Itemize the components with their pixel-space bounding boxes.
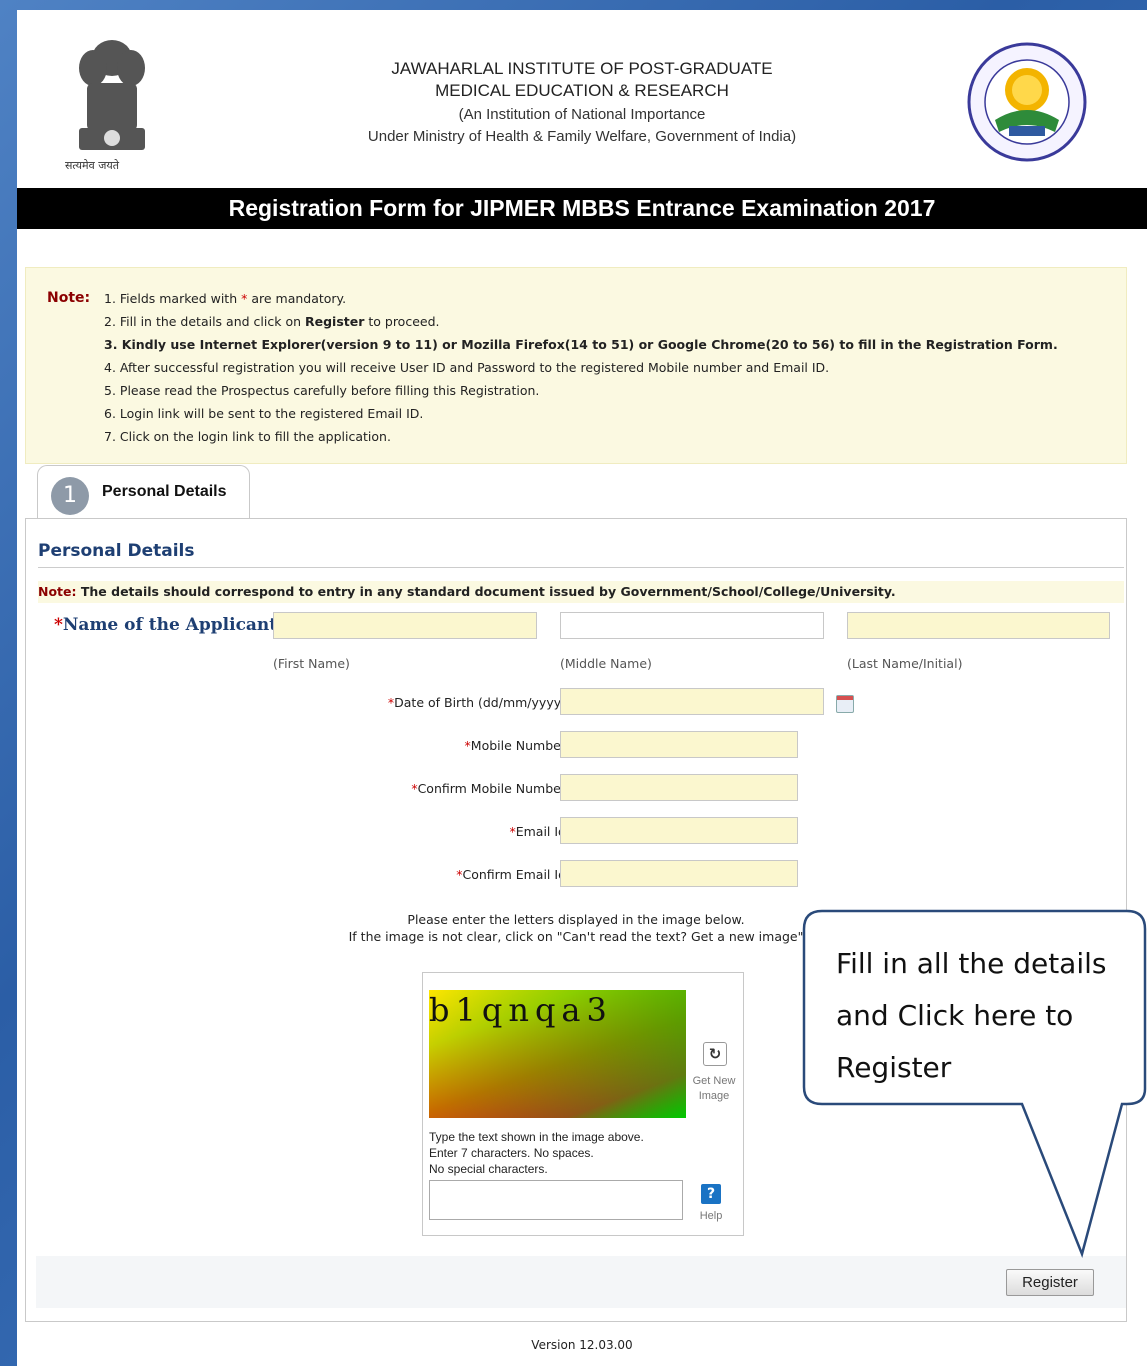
jipmer-seal-icon	[967, 42, 1087, 162]
mobile-number-input[interactable]	[560, 731, 798, 758]
confirm-mobile-input[interactable]	[560, 774, 798, 801]
note-label: Note:	[47, 290, 91, 306]
section-divider	[38, 567, 1124, 568]
note-line-1: 1. Fields marked with * are mandatory.	[104, 291, 347, 306]
header: सत्यमेव जयते JAWAHARLAL INSTITUTE OF POS…	[17, 10, 1147, 229]
calendar-icon[interactable]	[836, 695, 854, 713]
note-line-5: 5. Please read the Prospectus carefully …	[104, 383, 540, 398]
instructions-note: Note: 1. Fields marked with * are mandat…	[25, 267, 1127, 464]
form-actions-bar	[36, 1256, 1126, 1308]
dob-input[interactable]	[560, 688, 824, 715]
note-line-7: 7. Click on the login link to fill the a…	[104, 429, 391, 444]
tab-label: Personal Details	[102, 483, 227, 500]
help-label[interactable]: Help	[693, 1210, 729, 1222]
last-name-input[interactable]	[847, 612, 1110, 639]
page-title: Registration Form for JIPMER MBBS Entran…	[17, 188, 1147, 229]
middle-name-hint: (Middle Name)	[560, 656, 652, 671]
refresh-captcha-label[interactable]: Get New Image	[691, 1074, 737, 1104]
callout-text: Fill in all the details and Click here t…	[836, 947, 1107, 1084]
section-title: Personal Details	[38, 541, 195, 561]
captcha-instructions: Type the text shown in the image above. …	[429, 1130, 644, 1176]
step-number-badge: 1	[51, 477, 89, 515]
emblem-caption: सत्यमेव जयते	[65, 159, 120, 172]
confirm-mobile-label: *Confirm Mobile Number	[411, 781, 566, 796]
email-input[interactable]	[560, 817, 798, 844]
applicant-name-label: *Name of the Applicant	[54, 615, 278, 635]
note-line-3: 3. Kindly use Internet Explorer(version …	[104, 337, 1058, 352]
captcha-input[interactable]	[429, 1180, 683, 1220]
refresh-captcha-icon[interactable]: ↻	[703, 1042, 727, 1066]
middle-name-input[interactable]	[560, 612, 824, 639]
confirm-email-input[interactable]	[560, 860, 798, 887]
last-name-hint: (Last Name/Initial)	[847, 656, 963, 671]
first-name-input[interactable]	[273, 612, 537, 639]
first-name-hint: (First Name)	[273, 656, 350, 671]
captcha-image-text: b1qnqa3	[429, 991, 613, 1029]
note-line-4: 4. After successful registration you wil…	[104, 360, 830, 375]
email-label: *Email Id	[509, 824, 566, 839]
tab-personal-details[interactable]: 1 Personal Details	[37, 465, 250, 520]
version-label: Version 12.03.00	[531, 1338, 633, 1352]
mobile-label: *Mobile Number	[464, 738, 566, 753]
register-button[interactable]: Register	[1006, 1269, 1094, 1296]
dob-label: *Date of Birth (dd/mm/yyyy)	[387, 695, 566, 710]
help-icon[interactable]: ?	[701, 1184, 721, 1204]
note-line-6: 6. Login link will be sent to the regist…	[104, 406, 424, 421]
national-emblem-icon	[79, 40, 145, 150]
captcha-box: b1qnqa3 ↻ Get New Image Type the text sh…	[422, 972, 744, 1236]
confirm-email-label: *Confirm Email Id	[456, 867, 566, 882]
document-note: Note: The details should correspond to e…	[38, 581, 1124, 603]
note-line-2: 2. Fill in the details and click on Regi…	[104, 314, 440, 329]
registration-page: सत्यमेव जयते JAWAHARLAL INSTITUTE OF POS…	[17, 10, 1147, 1366]
